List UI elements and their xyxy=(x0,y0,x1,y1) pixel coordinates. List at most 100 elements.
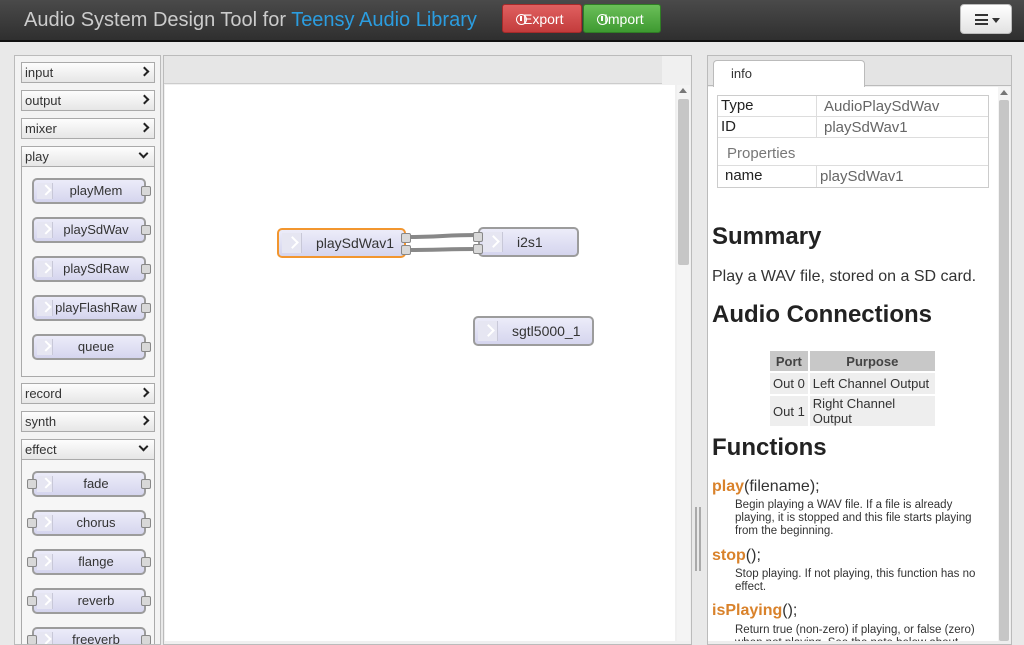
function-args: (filename); xyxy=(744,478,820,495)
summary-text: Play a WAV file, stored on a SD card. xyxy=(712,268,977,285)
properties-label: Properties xyxy=(727,145,796,162)
node-icon xyxy=(37,554,53,570)
category-play-body: playMem playSdWav playSdRaw playFlashRaw… xyxy=(21,167,155,377)
workspace-canvas[interactable]: playSdWav1 i2s1 sgtl5000_1 xyxy=(165,85,675,641)
chevron-right-icon xyxy=(139,94,150,105)
palette-node-chorus[interactable]: chorus xyxy=(27,510,151,536)
port-cell: Out 1 xyxy=(770,396,808,426)
node-palette: input output mixer play playMem playSdWa… xyxy=(14,55,161,645)
palette-node-freeverb[interactable]: freeverb xyxy=(27,627,151,644)
node-i2s1[interactable]: i2s1 xyxy=(473,227,579,257)
export-button[interactable]: Export xyxy=(502,4,582,33)
app-title-accent: Teensy Audio Library xyxy=(291,9,477,31)
output-port-0[interactable] xyxy=(401,233,411,243)
node-icon xyxy=(37,593,53,609)
prop-key: Type xyxy=(721,97,754,114)
tab-info[interactable]: info xyxy=(713,60,865,87)
palette-node-reverb[interactable]: reverb xyxy=(27,588,151,614)
summary-heading: Summary xyxy=(712,223,822,250)
wire-out0-to-i2s1[interactable] xyxy=(405,233,478,239)
node-icon xyxy=(37,476,53,492)
column-header-port: Port xyxy=(770,351,808,371)
app-title-prefix: Audio System Design Tool for xyxy=(24,9,292,31)
category-record[interactable]: record xyxy=(21,383,155,404)
import-label: Import xyxy=(604,11,644,27)
input-port xyxy=(27,518,37,528)
import-icon xyxy=(597,14,608,25)
category-mixer[interactable]: mixer xyxy=(21,118,155,139)
category-synth[interactable]: synth xyxy=(21,411,155,432)
purpose-cell: Left Channel Output xyxy=(809,373,935,394)
chevron-down-icon xyxy=(138,441,149,452)
node-icon xyxy=(282,233,302,253)
category-play[interactable]: play xyxy=(21,146,155,167)
category-label: output xyxy=(25,93,62,108)
info-scrollbar[interactable] xyxy=(998,87,1010,641)
prop-value: playSdWav1 xyxy=(820,168,904,185)
palette-node-flange[interactable]: flange xyxy=(27,549,151,575)
input-port-0[interactable] xyxy=(473,232,483,242)
scroll-up-icon[interactable] xyxy=(1000,90,1008,95)
panel-splitter[interactable] xyxy=(694,507,702,571)
scrollbar-thumb[interactable] xyxy=(999,100,1009,641)
function-play: play(filename); xyxy=(712,478,820,496)
category-output[interactable]: output xyxy=(21,90,155,111)
prop-key: ID xyxy=(721,118,736,135)
input-port xyxy=(27,596,37,606)
category-label: effect xyxy=(25,442,57,457)
prop-row-id: ID playSdWav1 xyxy=(718,117,988,138)
node-properties-table: Type AudioPlaySdWav ID playSdWav1 Properti… xyxy=(717,95,989,188)
node-label: sgtl5000_1 xyxy=(512,323,581,339)
node-icon xyxy=(37,222,53,238)
scrollbar-thumb[interactable] xyxy=(678,99,689,265)
category-effect[interactable]: effect xyxy=(21,439,155,460)
chevron-right-icon xyxy=(139,122,150,133)
input-port xyxy=(27,635,37,644)
import-button[interactable]: Import xyxy=(583,4,661,33)
app-header: Audio System Design Tool for Teensy Audi… xyxy=(0,0,1024,42)
node-playsdwav1[interactable]: playSdWav1 xyxy=(277,228,411,258)
audio-connections-table: Port Purpose Out 0 Left Channel Output O… xyxy=(768,349,937,428)
palette-node-playsdraw[interactable]: playSdRaw xyxy=(32,256,151,282)
category-input[interactable]: input xyxy=(21,62,155,83)
palette-node-playflashraw[interactable]: playFlashRaw xyxy=(32,295,151,321)
function-desc: Stop playing. If not playing, this funct… xyxy=(735,568,976,593)
node-icon xyxy=(37,339,53,355)
column-header-purpose: Purpose xyxy=(809,351,935,371)
palette-node-playsdwav[interactable]: playSdWav xyxy=(32,217,151,243)
wire-out1-to-i2s1[interactable] xyxy=(405,247,478,252)
node-icon xyxy=(37,183,53,199)
node-sgtl5000-1[interactable]: sgtl5000_1 xyxy=(473,316,594,346)
function-desc: Return true (non-zero) if playing, or fa… xyxy=(735,624,975,641)
output-port xyxy=(141,186,151,196)
menu-button[interactable] xyxy=(960,4,1012,34)
connections-heading: Audio Connections xyxy=(712,301,932,328)
port-cell: Out 0 xyxy=(770,373,808,394)
palette-node-playmem[interactable]: playMem xyxy=(32,178,151,204)
output-port xyxy=(141,342,151,352)
menu-icon xyxy=(975,14,988,25)
function-args: (); xyxy=(745,547,761,564)
canvas-scrollbar[interactable] xyxy=(677,85,690,641)
prop-key: name xyxy=(725,167,763,184)
workspace-tabs xyxy=(164,56,662,84)
prop-value: AudioPlaySdWav xyxy=(824,98,940,115)
node-icon xyxy=(483,232,503,252)
function-desc: Begin playing a WAV file. If a file is a… xyxy=(735,499,972,537)
prop-row-name: name playSdWav1 xyxy=(718,166,988,187)
app-title: Audio System Design Tool for Teensy Audi… xyxy=(24,9,477,32)
info-content: Type AudioPlaySdWav ID playSdWav1 Properti… xyxy=(708,87,998,641)
scroll-up-icon[interactable] xyxy=(679,88,687,93)
node-label: playSdWav1 xyxy=(316,235,395,251)
palette-node-queue[interactable]: queue xyxy=(32,334,151,360)
column-divider xyxy=(816,117,817,138)
splitter-grip xyxy=(699,507,701,571)
prop-value: playSdWav1 xyxy=(824,119,908,136)
function-stop: stop(); xyxy=(712,547,761,565)
output-port-1[interactable] xyxy=(401,245,411,255)
input-port-1[interactable] xyxy=(473,244,483,254)
category-label: synth xyxy=(25,414,57,429)
category-label: play xyxy=(25,149,49,164)
palette-node-fade[interactable]: fade xyxy=(27,471,151,497)
node-icon xyxy=(478,321,498,341)
